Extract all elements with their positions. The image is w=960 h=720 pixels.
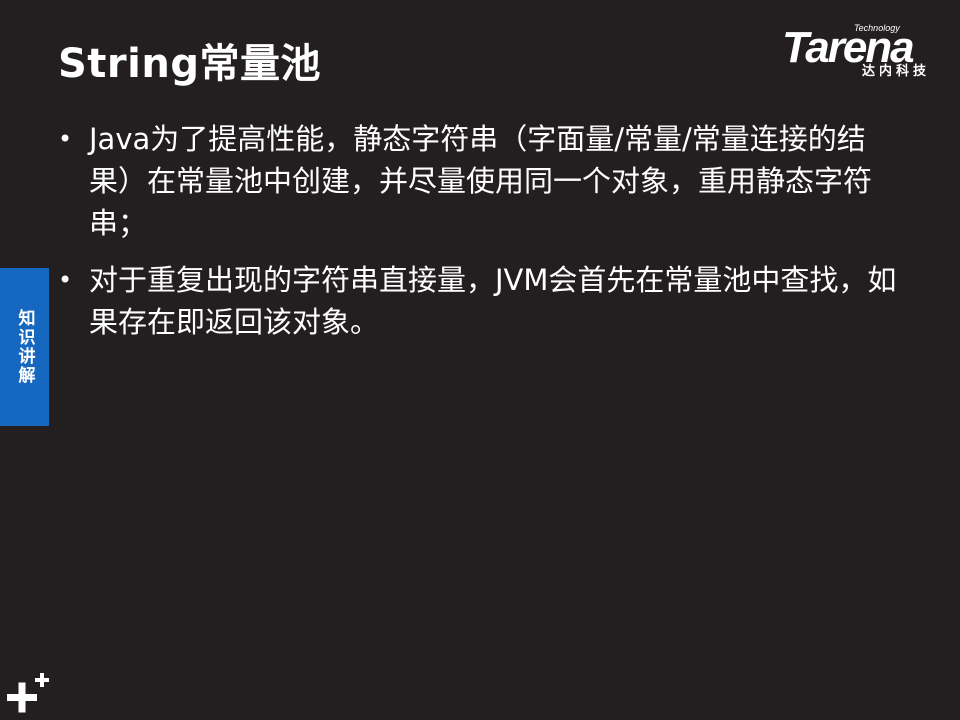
- logo-tagline: Technology: [854, 23, 900, 33]
- slide: String常量池 Tarena Technology 达内科技 • Java为…: [0, 0, 960, 720]
- bullet-text: Java为了提高性能，静态字符串（字面量/常量/常量连接的结果）在常量池中创建，…: [89, 122, 873, 240]
- bullet-item: • Java为了提高性能，静态字符串（字面量/常量/常量连接的结果）在常量池中创…: [58, 118, 908, 244]
- bullet-icon: •: [58, 266, 73, 294]
- slide-title: String常量池: [58, 41, 321, 87]
- bullet-item: • 对于重复出现的字符串直接量，JVM会首先在常量池中查找，如果存在即返回该对象…: [58, 259, 908, 343]
- plus-plus-icon: [7, 673, 49, 713]
- tarena-logo: Tarena Technology 达内科技: [778, 20, 948, 84]
- bullet-icon: •: [58, 125, 73, 153]
- bullet-list: • Java为了提高性能，静态字符串（字面量/常量/常量连接的结果）在常量池中创…: [58, 118, 908, 358]
- side-tab: 知识讲解: [0, 268, 49, 426]
- logo-cn-name: 达内科技: [862, 64, 931, 79]
- bullet-text: 对于重复出现的字符串直接量，JVM会首先在常量池中查找，如果存在即返回该对象。: [89, 263, 897, 339]
- side-tab-label: 知识讲解: [14, 309, 35, 385]
